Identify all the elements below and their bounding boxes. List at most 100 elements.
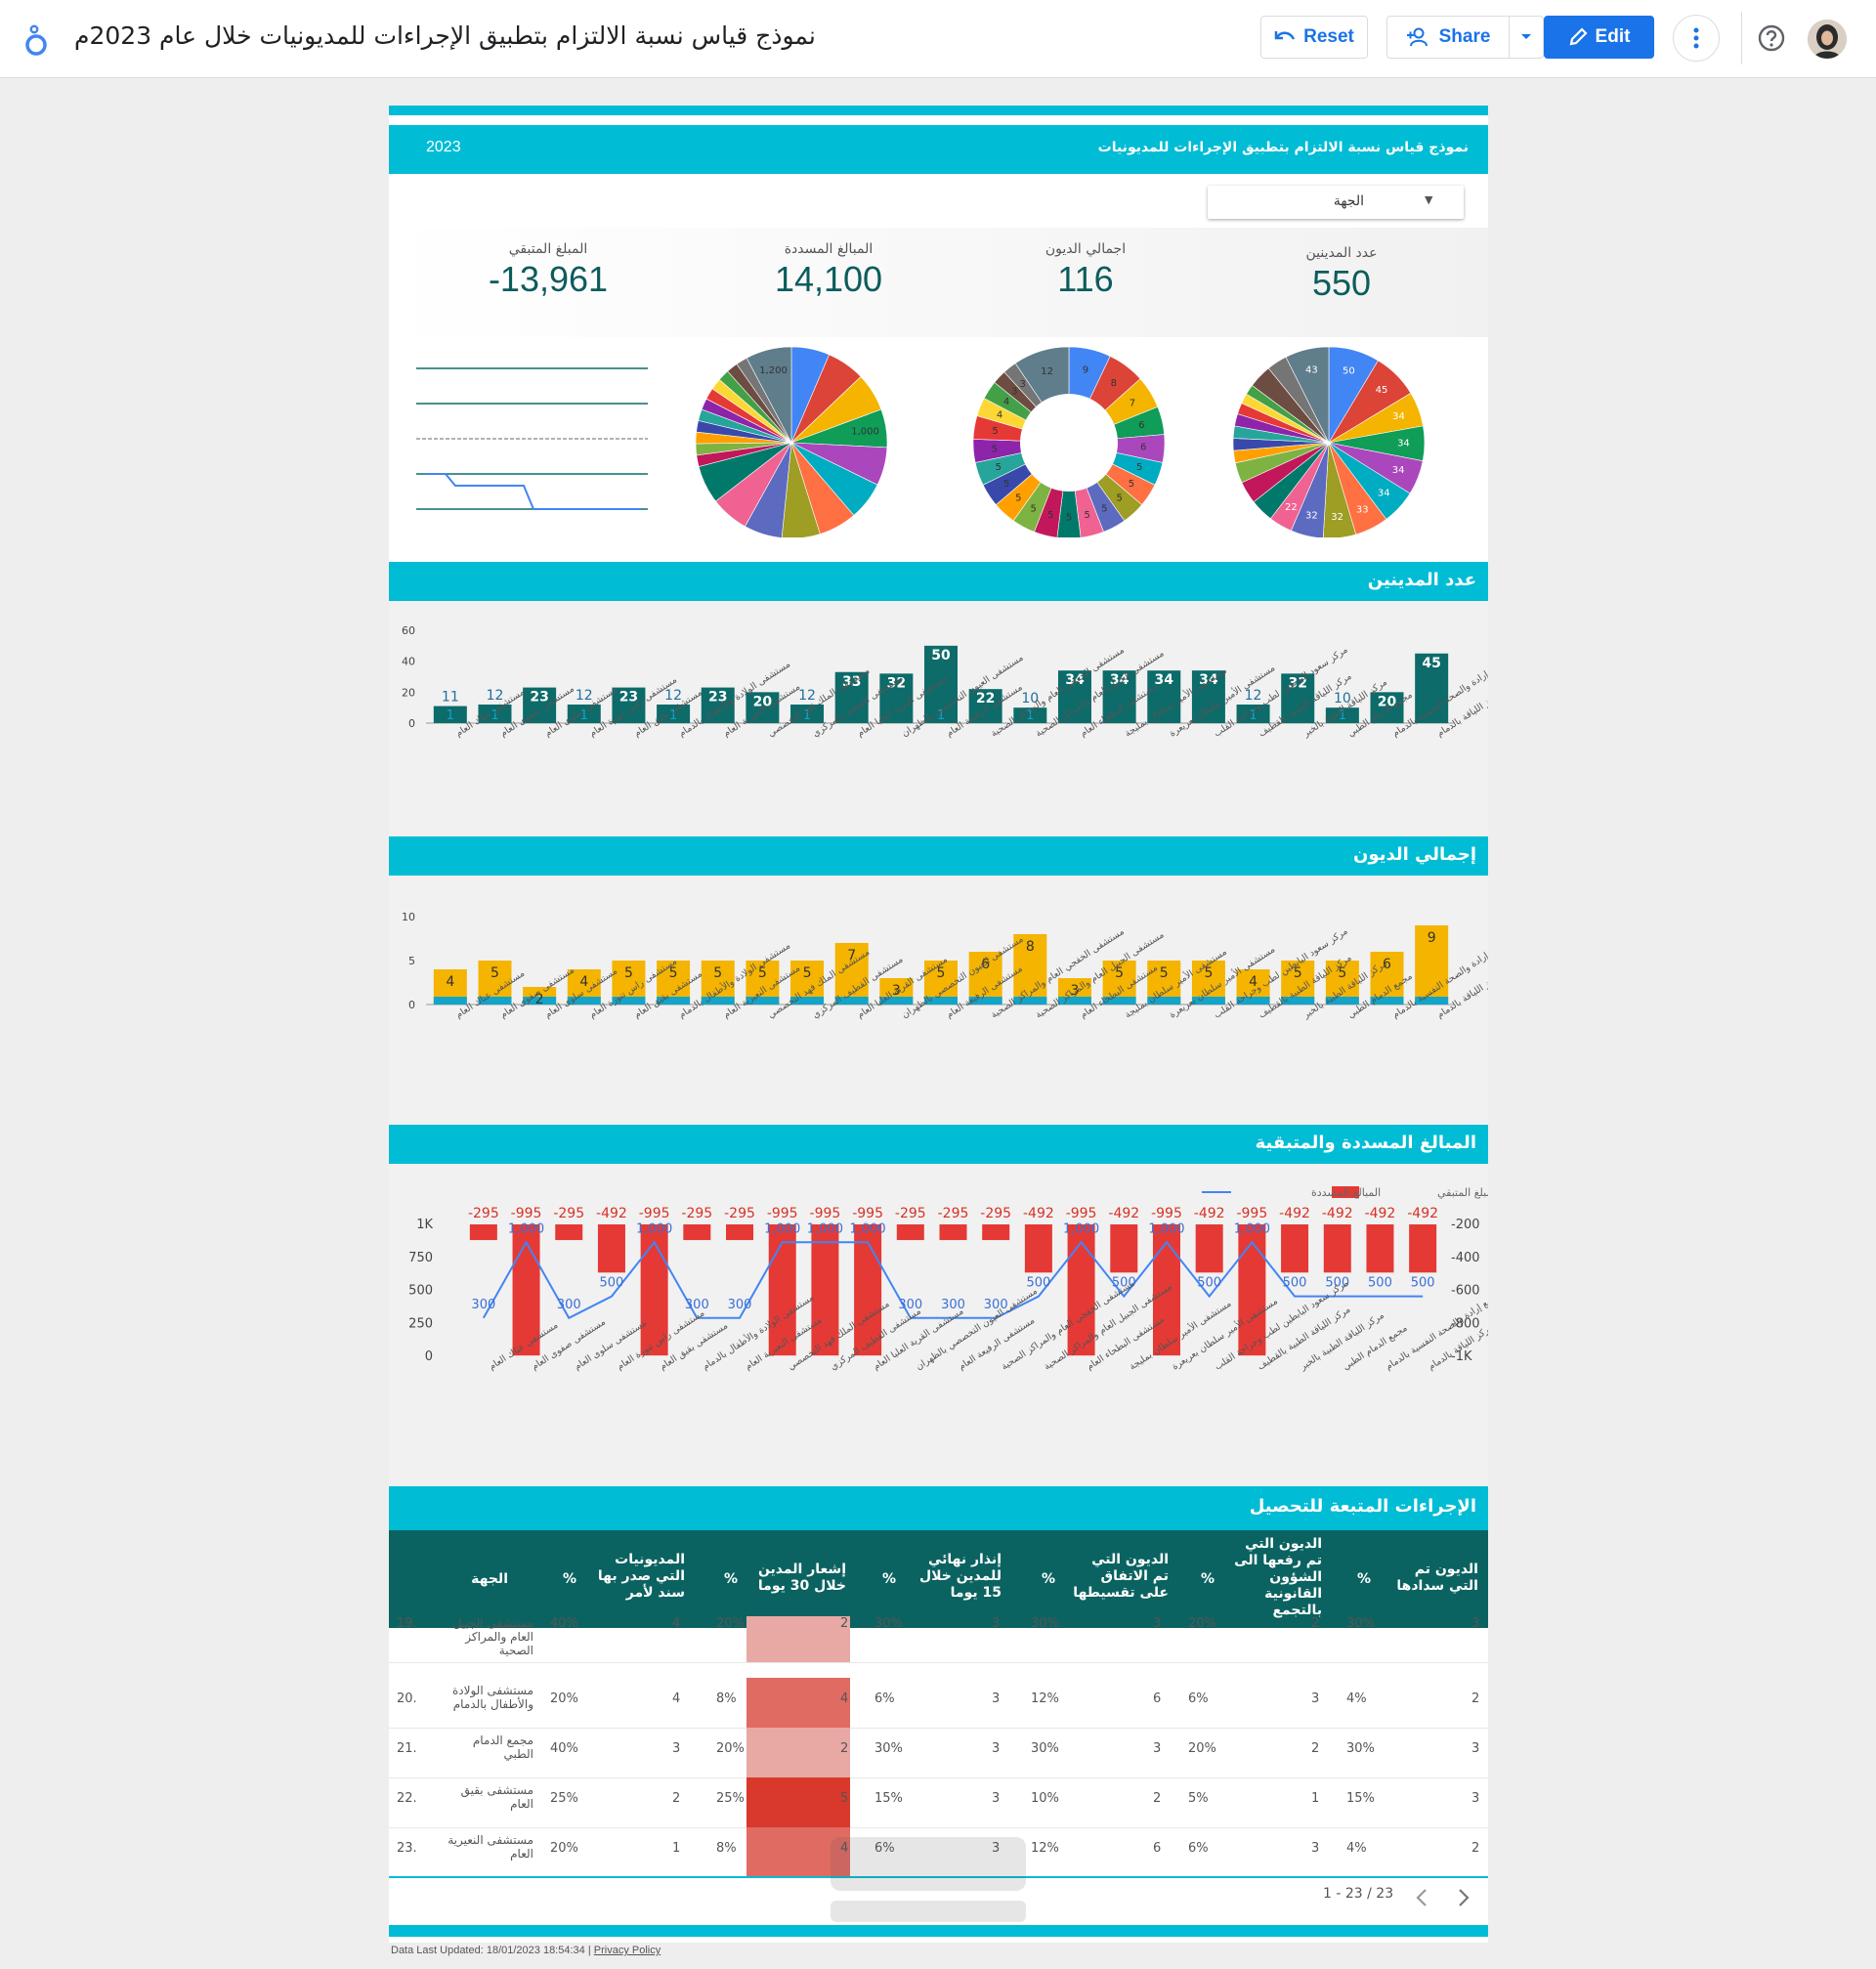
amounts-x-tick-label: مستشفى سلوى العام: [573, 1317, 649, 1372]
debtors-bar-label: 11: [442, 690, 459, 706]
divider: [1741, 12, 1742, 64]
paid-line-label: 300: [728, 1298, 752, 1312]
section-debtors-title: عدد المدينين: [1367, 570, 1476, 590]
slice-label: 32: [1331, 512, 1343, 523]
th-pct-6[interactable]: %: [563, 1571, 576, 1588]
add-person-icon: [1406, 27, 1428, 47]
th-promissory[interactable]: المديونيات التي صدر بها سند لأمر: [587, 1552, 685, 1602]
row-count-final-warning: 3: [992, 1616, 1001, 1631]
entity-filter-dropdown[interactable]: الجهة ▼: [1208, 186, 1464, 219]
remaining-bar-label: -492: [1407, 1206, 1438, 1221]
y-right-tick-label: -400: [1451, 1251, 1480, 1265]
remaining-bar: [1110, 1224, 1138, 1273]
row-pct-notice: 8%: [716, 1841, 737, 1856]
table-row[interactable]: 20. مستشفى الولادة والأطفال بالدمام 20% 4 8%…: [389, 1678, 1488, 1729]
th-pct-1[interactable]: %: [1357, 1571, 1371, 1588]
y-tick-label: 0: [408, 999, 415, 1011]
privacy-policy-link[interactable]: Privacy Policy: [594, 1945, 661, 1956]
th-notice[interactable]: إشعار المدين خلال 30 يوما: [748, 1562, 846, 1595]
row-number: 21.: [397, 1741, 417, 1756]
notice-heat-cell: [746, 1728, 850, 1777]
caret-down-icon: ▼: [1425, 193, 1433, 206]
row-count-legal: 2: [1311, 1616, 1320, 1631]
paid-line-label: 300: [471, 1298, 495, 1312]
y-left-tick-label: 1K: [416, 1218, 433, 1232]
remaining-bar-label: -492: [1108, 1206, 1139, 1221]
notice-heat-cell: [746, 1616, 850, 1662]
row-entity: مستشفى النعيرية العام: [448, 1833, 533, 1861]
y-left-tick-label: 0: [425, 1349, 433, 1364]
th-final-warning[interactable]: إنذار نهائي للمدين خلال 15 يوما: [914, 1552, 1002, 1602]
slice-label: 34: [1392, 411, 1405, 422]
distribution-charts: 5045343434343332322243987665555555555555…: [416, 346, 1426, 537]
slice-label: 5: [1136, 462, 1142, 473]
th-installment[interactable]: الديون التي تم الاتفاق على تقسيطها: [1071, 1552, 1169, 1602]
section-actions-header: الإجراءات المتبعة للتحصيل: [389, 1486, 1488, 1530]
user-avatar[interactable]: [1808, 20, 1847, 59]
slice-label: 5: [1031, 503, 1037, 514]
row-count-installment: 6: [1153, 1841, 1162, 1856]
report-header-title: نموذج قياس نسبة الالتزام بتطبيق الإجراءا…: [1097, 140, 1469, 155]
notice-heat-cell: [746, 1777, 850, 1827]
remaining-bar-label: -295: [468, 1206, 499, 1221]
filter-label: الجهة: [1333, 193, 1364, 209]
th-pct-4[interactable]: %: [882, 1571, 896, 1588]
th-legal[interactable]: الديون التي تم رفعها الى الشؤون القانوني…: [1224, 1536, 1322, 1619]
kpi-label-remaining: المبلغ المتبقي: [508, 241, 588, 257]
debts-bar-label: 5: [803, 965, 812, 981]
legend-label-paid: المبالغ المسددة: [1311, 1186, 1381, 1199]
row-pct-installment: 10%: [1031, 1791, 1059, 1806]
looker-studio-logo-icon[interactable]: [23, 23, 53, 57]
remaining-bar: [939, 1224, 967, 1241]
table-row[interactable]: 22. مستشفى بقيق العام 25% 2 25% 5 15% 3 10% 2 5% 1 1…: [389, 1777, 1488, 1828]
remaining-bar-label: -492: [1322, 1206, 1353, 1221]
row-count-installment: 6: [1153, 1691, 1162, 1706]
remaining-bar: [597, 1224, 625, 1273]
th-pct-5[interactable]: %: [724, 1571, 738, 1588]
share-button[interactable]: Share: [1386, 16, 1510, 59]
remaining-bar-label: -995: [639, 1206, 670, 1221]
chevron-left-icon[interactable]: [1415, 1888, 1428, 1907]
amounts-pie-chart: 1,000 1,200: [695, 346, 888, 537]
pager-range: 1 - 23 / 23: [1323, 1886, 1394, 1902]
table-row[interactable]: 19. مستشفى الجبيل العام والمراكز الصحية 40…: [389, 1616, 1488, 1663]
paid-line-label: 500: [1197, 1276, 1221, 1291]
sparkline-line: [426, 473, 641, 510]
section-total-debts-title: إجمالي الديون: [1353, 844, 1476, 865]
debtors-bar-label: 50: [931, 648, 951, 663]
th-paid[interactable]: الديون تم التي سدادها: [1390, 1562, 1478, 1595]
kpi-label-debtors: عدد المدينين: [1305, 245, 1378, 261]
data-updated-footer: Data Last Updated: 18/01/2023 18:54:34 |…: [391, 1945, 661, 1956]
section-debtors-header: عدد المدينين: [389, 562, 1488, 601]
y-tick-label: 20: [402, 686, 415, 699]
paid-line-label: 1,000: [1234, 1221, 1270, 1236]
kpi-value-debtors: 550: [1311, 263, 1372, 303]
row-pct-paid: 4%: [1346, 1841, 1367, 1856]
person-photo-icon: [1808, 20, 1847, 59]
reset-button[interactable]: Reset: [1260, 16, 1368, 59]
edit-button[interactable]: Edit: [1544, 16, 1654, 59]
remaining-bar-label: -295: [724, 1206, 755, 1221]
slice-label: 9: [1083, 364, 1088, 375]
slice-label: 34: [1392, 465, 1405, 476]
pencil-icon: [1569, 27, 1588, 46]
row-count-paid: 2: [1471, 1691, 1480, 1706]
remaining-bar-label: -995: [511, 1206, 542, 1221]
row-count-paid: 2: [1471, 1841, 1480, 1856]
paid-line-label: 500: [1368, 1276, 1392, 1291]
chevron-right-icon[interactable]: [1457, 1888, 1471, 1907]
th-pct-3[interactable]: %: [1042, 1571, 1055, 1588]
share-dropdown-button[interactable]: [1509, 16, 1544, 59]
slice-label: 34: [1397, 439, 1410, 449]
help-icon[interactable]: [1757, 23, 1786, 53]
debtors-bar-label: 34: [1155, 672, 1174, 688]
table-row[interactable]: 21. مجمع الدمام الطبي 40% 3 20% 2 30% 3 30% 3 20% 2…: [389, 1728, 1488, 1778]
more-options-button[interactable]: [1673, 15, 1720, 62]
debtors-inner-label: 1: [447, 708, 454, 723]
th-pct-2[interactable]: %: [1201, 1571, 1215, 1588]
slice-label: 8: [1111, 378, 1117, 389]
slice-label: 5: [996, 462, 1002, 473]
th-entity[interactable]: الجهة: [471, 1571, 508, 1588]
row-count-final-warning: 3: [992, 1791, 1001, 1806]
share-label: Share: [1438, 26, 1491, 47]
